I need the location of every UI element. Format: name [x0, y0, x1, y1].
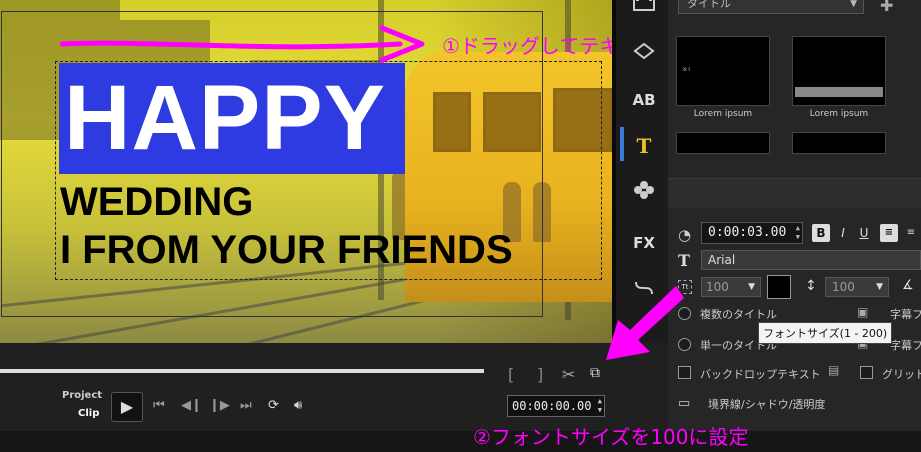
font-color-swatch[interactable] — [767, 275, 791, 299]
title-line-happy[interactable]: HAPPY — [64, 66, 386, 170]
multi-title-label: 複数のタイトル — [700, 308, 777, 321]
border-shadow-icon[interactable]: ▭ — [678, 396, 690, 411]
thumbnail-bar — [795, 87, 883, 97]
scrub-bar[interactable] — [0, 369, 484, 373]
subtitle-label: 字幕フ — [890, 308, 921, 321]
options-panel: タイトル ▼ ✚ ℵ I Lorem ipsum Lorem ipsum ◔ 0… — [668, 0, 921, 452]
step1-annotation: ①ドラッグしてテキストを選択 — [442, 34, 612, 58]
spin-arrows-icon[interactable]: ▲ ▼ — [598, 397, 602, 415]
align-center-button[interactable]: ≡ — [902, 224, 920, 242]
italic-button[interactable]: I — [834, 224, 852, 242]
repeat-icon[interactable]: ⟳ — [268, 398, 279, 413]
font-name-field[interactable]: Arial — [701, 250, 921, 270]
previous-frame-icon[interactable]: ◀❙ — [181, 398, 202, 413]
volume-icon[interactable]: 🔊︎ — [294, 398, 302, 413]
transition-icon[interactable] — [630, 42, 658, 66]
step2-annotation: ②フォントサイズを100に設定 — [473, 425, 749, 449]
category-dropdown-value: タイトル — [687, 0, 731, 10]
font-size-dropdown[interactable]: 100 ▼ — [701, 277, 761, 297]
angle-icon: ∡ — [902, 278, 914, 293]
underline-button[interactable]: U — [855, 224, 873, 242]
timeline-header — [0, 431, 921, 452]
scissors-icon[interactable]: ✂ — [562, 365, 575, 384]
duration-value: 0:00:03.00 — [708, 225, 787, 240]
ab-icon[interactable]: AB — [630, 88, 658, 112]
clip-mode-label[interactable]: Clip — [78, 408, 99, 419]
title-line-wedding[interactable]: WEDDING — [60, 180, 253, 224]
border-shadow-label[interactable]: 境界線/シャドウ/透明度 — [708, 396, 825, 412]
thumbnail-label: Lorem ipsum — [809, 109, 869, 119]
backdrop-icon[interactable]: ▤ — [828, 363, 839, 377]
font-icon: T — [678, 251, 690, 270]
mark-in-button[interactable]: [ — [508, 365, 514, 384]
title-thumbnail[interactable] — [792, 132, 886, 154]
flower-icon[interactable] — [630, 180, 658, 204]
font-size-tooltip: フォントサイズ(1 - 200) — [758, 322, 893, 344]
drag-arrow-annotation — [60, 25, 425, 63]
backdrop-text-label: バックドロップテキスト — [700, 368, 821, 381]
go-to-end-icon[interactable]: ⏭ — [240, 398, 252, 413]
grid-label: グリッド — [882, 368, 921, 381]
title-line-friends[interactable]: I FROM YOUR FRIENDS — [60, 228, 513, 272]
title-thumbnail[interactable] — [676, 132, 770, 154]
category-dropdown[interactable]: タイトル ▼ — [678, 0, 864, 14]
spin-arrows-icon[interactable]: ▲ ▼ — [796, 224, 800, 242]
add-library-icon[interactable]: ✚ — [880, 0, 893, 15]
line-spacing-icon: ↕ — [805, 278, 817, 294]
timecode-field[interactable]: 00:00:00.00 ▲ ▼ — [507, 395, 605, 417]
thumbnail-label: Lorem ipsum — [693, 109, 753, 119]
chevron-down-icon: ▼ — [748, 282, 755, 292]
align-left-button[interactable]: ≡ — [880, 224, 898, 242]
font-size-arrow-annotation — [606, 286, 684, 360]
chevron-down-icon: ▼ — [876, 282, 883, 292]
go-to-start-icon[interactable]: ⏮ — [153, 398, 165, 413]
preview-window[interactable]: HAPPY WEDDING I FROM YOUR FRIENDS ①ドラッグし… — [0, 0, 612, 343]
subtitle-label: 字幕フ — [890, 339, 921, 352]
title-thumbnail[interactable]: ℵ I — [676, 36, 770, 106]
line-spacing-value: 100 — [832, 280, 855, 294]
thumbnail-preview-text: ℵ I — [683, 67, 690, 73]
duration-field[interactable]: 0:00:03.00 ▲ ▼ — [701, 222, 803, 244]
options-tab-bar — [668, 178, 921, 208]
line-spacing-dropdown[interactable]: 100 ▼ — [825, 277, 889, 297]
play-button[interactable]: ▶ — [111, 392, 143, 422]
title-thumbnail[interactable] — [792, 36, 886, 106]
chevron-down-icon: ▼ — [850, 0, 857, 9]
clock-icon: ◔ — [678, 226, 692, 244]
enlarge-preview-icon[interactable]: ⧉ — [590, 365, 600, 381]
next-frame-icon[interactable]: ❙▶ — [209, 398, 230, 413]
active-category-indicator — [620, 127, 624, 161]
subtitle-icon: ▣ — [857, 305, 869, 319]
film-icon[interactable] — [630, 0, 658, 18]
backdrop-text-checkbox[interactable] — [678, 366, 691, 379]
font-size-value: 100 — [706, 280, 729, 294]
bold-button[interactable]: B — [812, 224, 830, 242]
title-icon[interactable]: T — [630, 134, 658, 158]
fx-icon[interactable]: FX — [630, 231, 658, 255]
grid-checkbox[interactable] — [860, 366, 873, 379]
project-mode-label[interactable]: Project — [62, 390, 102, 401]
mark-out-button[interactable]: ] — [537, 365, 543, 384]
timecode-value: 00:00:00.00 — [512, 399, 592, 413]
